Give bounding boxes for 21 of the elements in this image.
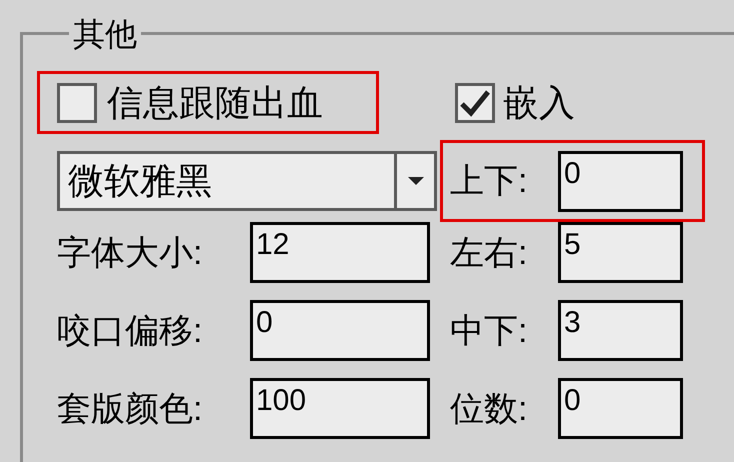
checkbox-label: 嵌入 — [503, 82, 575, 122]
field-label: 左右: — [450, 232, 528, 272]
group-title: 其他 — [69, 17, 141, 51]
field-label: 位数: — [450, 388, 528, 428]
field-label: 字体大小: — [57, 232, 204, 272]
field-label: 上下: — [450, 161, 528, 201]
input-field[interactable]: 0 — [558, 150, 683, 212]
field-label: 套版颜色: — [57, 388, 204, 428]
font-dropdown[interactable]: 微软雅黑 — [57, 151, 437, 211]
checkbox-label: 信息跟随出血 — [107, 82, 323, 122]
checkbox[interactable] — [455, 82, 495, 122]
input-field[interactable]: 0 — [250, 300, 430, 361]
checkbox[interactable] — [57, 82, 97, 122]
field-label: 咬口偏移: — [57, 310, 204, 350]
field-label: 中下: — [450, 310, 528, 350]
input-field[interactable]: 3 — [558, 300, 683, 361]
caret-icon — [408, 177, 424, 185]
input-field[interactable]: 100 — [250, 378, 430, 439]
input-field[interactable]: 12 — [250, 222, 430, 283]
input-field[interactable]: 5 — [558, 222, 683, 283]
input-field[interactable]: 0 — [558, 378, 683, 439]
